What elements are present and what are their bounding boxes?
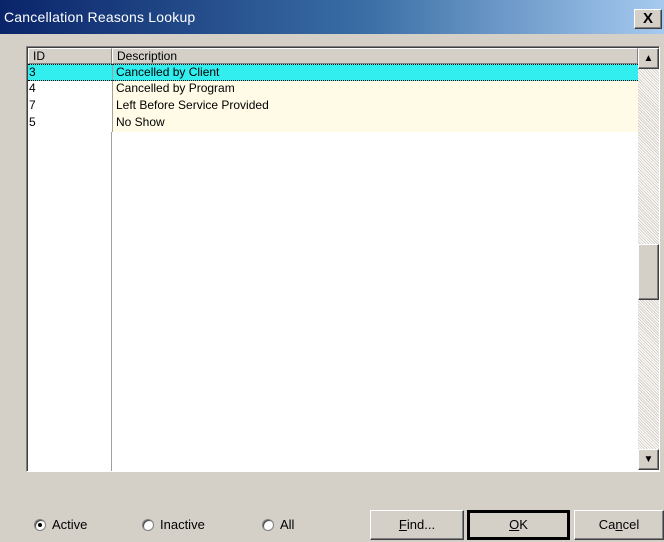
close-button[interactable]: X: [634, 9, 662, 29]
row-id: 7: [28, 98, 112, 115]
title-bar[interactable]: Cancellation Reasons Lookup X: [0, 0, 664, 34]
row-description: Cancelled by Program: [112, 81, 638, 98]
radio-active-label: Active: [52, 517, 88, 532]
radio-all-label: All: [280, 517, 295, 532]
lookup-grid[interactable]: ID Description 3 Cancelled by Client 4 C…: [26, 46, 660, 472]
vertical-scrollbar[interactable]: ▲ ▼: [638, 48, 659, 470]
table-row[interactable]: 7 Left Before Service Provided: [28, 98, 638, 115]
table-row[interactable]: 5 No Show: [28, 115, 638, 132]
cancel-button[interactable]: Cancel: [574, 510, 664, 540]
radio-inactive-label: Inactive: [160, 517, 205, 532]
ok-label-accel: O: [509, 517, 520, 532]
row-id: 3: [28, 64, 112, 81]
lookup-dialog: Cancellation Reasons Lookup X ID Descrip…: [0, 0, 664, 542]
cancel-label-post: cel: [622, 517, 640, 532]
ok-label-post: K: [519, 517, 528, 532]
table-row[interactable]: 3 Cancelled by Client: [28, 64, 638, 81]
scroll-thumb[interactable]: [638, 244, 659, 300]
window-title: Cancellation Reasons Lookup: [4, 9, 196, 25]
bottom-bar: Active Inactive All Find... OK Cancel: [0, 502, 664, 542]
cancel-label-accel: n: [615, 517, 623, 532]
row-id: 4: [28, 81, 112, 98]
arrow-up-icon: ▲: [643, 53, 654, 64]
close-icon: X: [642, 10, 653, 27]
radio-active[interactable]: Active: [34, 517, 87, 532]
radio-all[interactable]: All: [262, 517, 294, 532]
radio-checked-icon: [34, 518, 46, 531]
find-label-post: ind...: [406, 517, 436, 532]
row-description: Left Before Service Provided: [112, 98, 638, 115]
table-row[interactable]: 4 Cancelled by Program: [28, 81, 638, 98]
grid-header: ID Description: [28, 48, 638, 64]
cancel-label-pre: Ca: [598, 517, 616, 532]
scroll-up-button[interactable]: ▲: [638, 48, 659, 69]
radio-inactive[interactable]: Inactive: [142, 517, 205, 532]
row-id: 5: [28, 115, 112, 132]
scroll-down-button[interactable]: ▼: [638, 449, 659, 470]
find-button[interactable]: Find...: [370, 510, 464, 540]
radio-unchecked-icon: [142, 518, 154, 531]
arrow-down-icon: ▼: [643, 454, 654, 465]
column-header-description[interactable]: Description: [112, 48, 638, 64]
status-filter: Active Inactive All: [26, 510, 356, 540]
row-description: Cancelled by Client: [112, 64, 638, 81]
row-description: No Show: [112, 115, 638, 132]
find-label-accel: F: [398, 517, 407, 532]
radio-unchecked-icon: [262, 518, 274, 531]
grid-rows: 3 Cancelled by Client 4 Cancelled by Pro…: [28, 64, 638, 132]
column-header-id[interactable]: ID: [28, 48, 112, 64]
ok-button[interactable]: OK: [467, 510, 570, 540]
